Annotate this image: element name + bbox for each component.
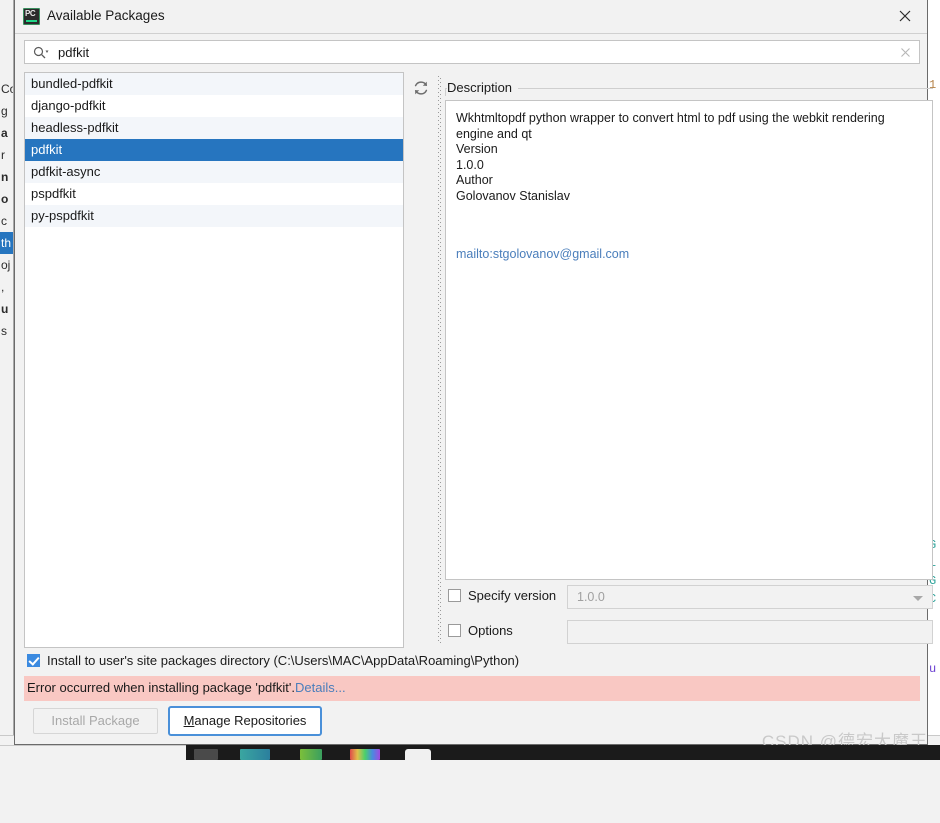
ide-text-fragment: r <box>1 148 5 162</box>
ide-text-fragment: g <box>1 104 8 118</box>
ide-text-fragment: n <box>1 170 9 184</box>
ide-text-fragment: Co <box>1 82 14 96</box>
taskbar-icon-3[interactable] <box>300 749 322 760</box>
description-body: Wkhtmltopdf python wrapper to convert ht… <box>445 100 933 580</box>
ide-text-fragment: s <box>1 324 7 338</box>
search-row: pdfkit <box>24 40 920 64</box>
specify-version-label: Specify version <box>468 588 557 603</box>
search-input[interactable]: pdfkit <box>24 40 920 64</box>
specify-version-checkbox[interactable] <box>448 589 461 602</box>
package-list[interactable]: bundled-pdfkit django-pdfkit headless-pdfk… <box>24 72 404 648</box>
dialog-title: Available Packages <box>47 8 165 23</box>
install-package-button[interactable]: Install Package <box>33 708 158 734</box>
ide-text-fragment: c <box>1 214 7 228</box>
description-text: Wkhtmltopdf python wrapper to convert ht… <box>456 111 885 203</box>
package-list-item[interactable]: pspdfkit <box>25 183 403 205</box>
ide-left-editor-strip: Co g a r n o c th oj, u s <box>0 0 14 823</box>
package-list-item[interactable]: django-pdfkit <box>25 95 403 117</box>
description-legend-row: Description <box>445 80 933 96</box>
taskbar-left-blank <box>0 745 186 760</box>
ide-text-fragment: , <box>1 280 5 294</box>
pycharm-icon: PC <box>23 8 40 25</box>
package-list-item[interactable]: headless-pdfkit <box>25 117 403 139</box>
search-input-value: pdfkit <box>58 45 90 60</box>
clear-icon[interactable] <box>899 46 912 59</box>
options-checkbox[interactable] <box>448 624 461 637</box>
refresh-icon[interactable] <box>411 78 433 100</box>
error-details-link[interactable]: Details... <box>295 680 346 695</box>
version-select[interactable]: 1.0.0 <box>567 585 933 609</box>
options-label: Options <box>468 623 513 638</box>
description-panel: Description Wkhtmltopdf python wrapper t… <box>445 80 933 580</box>
ide-text-fragment: u <box>929 662 937 676</box>
error-banner: Error occurred when installing package '… <box>24 676 920 701</box>
package-list-item[interactable]: pdfkit <box>25 139 403 161</box>
ide-text-fragment: th <box>0 232 14 254</box>
ide-text-fragment: a <box>1 126 8 140</box>
panel-splitter[interactable] <box>436 76 443 644</box>
ide-text-fragment: u <box>1 302 9 316</box>
chevron-down-icon <box>913 596 923 601</box>
taskbar-icon-2[interactable] <box>240 749 270 760</box>
ide-text-fragment: oj <box>1 258 11 272</box>
specify-version-row: Specify version 1.0.0 <box>445 585 933 609</box>
taskbar-icon-4[interactable] <box>350 749 380 760</box>
package-list-item[interactable]: bundled-pdfkit <box>25 73 403 95</box>
manage-repositories-button[interactable]: Manage Repositories <box>168 706 322 736</box>
taskbar-icon-1[interactable] <box>194 749 218 760</box>
install-to-user-checkbox[interactable] <box>27 654 40 667</box>
options-row: Options <box>445 620 933 644</box>
package-list-item[interactable]: py-pspdfkit <box>25 205 403 227</box>
description-legend: Description <box>447 80 519 95</box>
ide-text-fragment: o <box>1 192 9 206</box>
close-icon[interactable] <box>883 0 927 32</box>
install-to-user-row: Install to user's site packages director… <box>24 652 920 672</box>
error-message-text: Error occurred when installing package '… <box>27 680 295 695</box>
description-legend-line <box>445 88 933 89</box>
manage-repositories-mnemonic: M <box>183 713 195 728</box>
description-email-link[interactable]: mailto:stgolovanov@gmail.com <box>456 247 629 261</box>
version-select-value: 1.0.0 <box>577 590 605 604</box>
os-taskbar <box>0 745 940 760</box>
dialog-title-bar: PC Available Packages <box>15 0 927 34</box>
reload-column <box>404 72 440 648</box>
description-legend-line-left <box>445 88 446 96</box>
options-input[interactable] <box>567 620 933 644</box>
error-message: Error occurred when installing package '… <box>27 680 346 695</box>
search-icon <box>33 46 49 60</box>
available-packages-dialog: PC Available Packages pdfkit bundled-pdf… <box>14 0 933 745</box>
install-to-user-label: Install to user's site packages director… <box>47 653 520 668</box>
taskbar-icon-5[interactable] <box>405 749 431 760</box>
manage-repositories-rest: anage Repositories <box>194 713 307 728</box>
package-list-item[interactable]: pdfkit-async <box>25 161 403 183</box>
